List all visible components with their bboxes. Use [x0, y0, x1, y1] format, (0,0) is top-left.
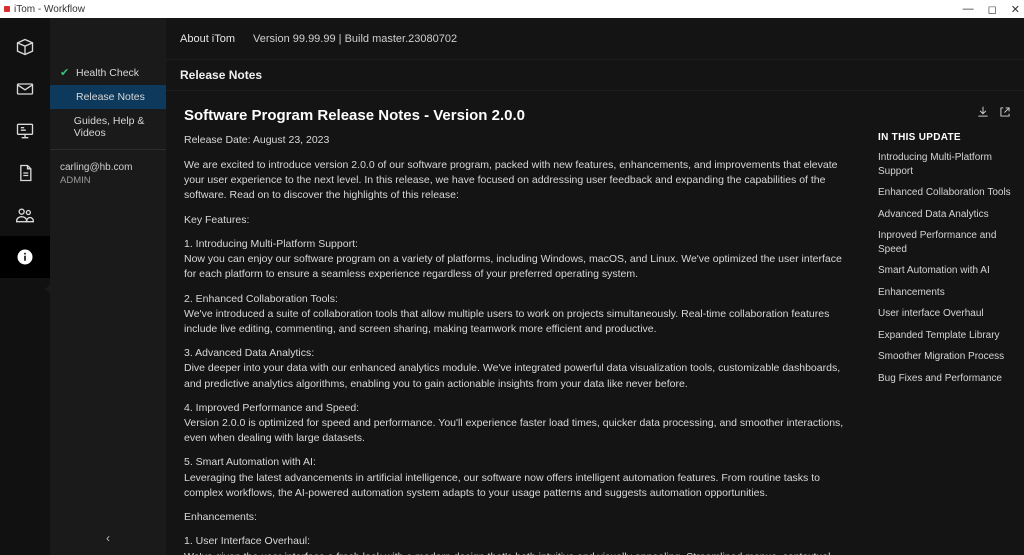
main: About iTom Version 99.99.99 | Build mast… — [166, 18, 1024, 555]
rail-info[interactable] — [0, 236, 50, 278]
toc-link[interactable]: Enhancements — [878, 286, 1012, 300]
rail-users[interactable] — [0, 194, 50, 236]
sidebar-item-health-check[interactable]: ✔ Health Check — [50, 60, 166, 85]
update-heading: IN THIS UPDATE — [878, 132, 1012, 143]
feature-item: 2. Enhanced Collaboration Tools: We've i… — [184, 292, 856, 338]
feature-item: 4. Improved Performance and Speed: Versi… — [184, 401, 856, 447]
app-icon — [4, 6, 10, 12]
version-text: Version 99.99.99 | Build master.23080702 — [253, 33, 457, 45]
window-title: iTom - Workflow — [14, 4, 85, 15]
collapse-sidebar-button[interactable]: ‹ — [106, 531, 110, 545]
rail-monitor[interactable] — [0, 110, 50, 152]
account-email: carling@hb.com — [60, 162, 156, 173]
content-scroll[interactable]: Software Program Release Notes - Version… — [166, 91, 1024, 555]
toc-link[interactable]: Introducing Multi-Platform Support — [878, 151, 1012, 178]
toc-link[interactable]: Inproved Performance and Speed — [878, 229, 1012, 256]
feature-item: 5. Smart Automation with AI: Leveraging … — [184, 455, 856, 501]
article-title: Software Program Release Notes - Version… — [184, 105, 856, 127]
page-title: Release Notes — [166, 60, 1024, 91]
window-controls: — ◻ ✕ — [963, 3, 1020, 16]
sidebar-item-label: Guides, Help & Videos — [74, 115, 156, 139]
toc-link[interactable]: Smart Automation with AI — [878, 264, 1012, 278]
key-features-heading: Key Features: — [184, 213, 856, 228]
rail-mail[interactable] — [0, 68, 50, 110]
toc: Introducing Multi-Platform Support Enhan… — [878, 151, 1012, 385]
account-block[interactable]: carling@hb.com ADMIN — [50, 154, 166, 194]
topbar: About iTom Version 99.99.99 | Build mast… — [166, 18, 1024, 60]
rail-home[interactable] — [0, 26, 50, 68]
sidebar: ✔ Health Check Release Notes Guides, Hel… — [50, 18, 166, 555]
feature-item: 3. Advanced Data Analytics: Dive deeper … — [184, 346, 856, 392]
article: Software Program Release Notes - Version… — [166, 91, 874, 555]
check-icon: ✔ — [60, 66, 70, 79]
window-titlebar: iTom - Workflow — ◻ ✕ — [0, 0, 1024, 18]
sidebar-item-label: Release Notes — [76, 91, 145, 103]
toc-link[interactable]: Bug Fixes and Performance — [878, 372, 1012, 386]
feature-item: 1. Introducing Multi-Platform Support: N… — [184, 237, 856, 283]
account-role: ADMIN — [60, 175, 156, 186]
enhancement-item: 1. User Interface Overhaul: We've given … — [184, 534, 856, 555]
toc-link[interactable]: Enhanced Collaboration Tools — [878, 186, 1012, 200]
download-icon[interactable] — [976, 105, 990, 122]
close-button[interactable]: ✕ — [1011, 3, 1020, 16]
toc-link[interactable]: Expanded Template Library — [878, 329, 1012, 343]
toc-link[interactable]: Smoother Migration Process — [878, 350, 1012, 364]
icon-rail — [0, 18, 50, 555]
enhancements-heading: Enhancements: — [184, 510, 856, 525]
sidebar-item-label: Health Check — [76, 67, 139, 79]
maximize-button[interactable]: ◻ — [988, 3, 997, 16]
divider — [50, 149, 166, 150]
about-link[interactable]: About iTom — [180, 33, 235, 45]
sidebar-item-release-notes[interactable]: Release Notes — [50, 85, 166, 109]
toc-link[interactable]: Advanced Data Analytics — [878, 208, 1012, 222]
toc-link[interactable]: User interface Overhaul — [878, 307, 1012, 321]
update-panel: IN THIS UPDATE Introducing Multi-Platfor… — [874, 91, 1024, 555]
minimize-button[interactable]: — — [963, 3, 974, 16]
release-date: Release Date: August 23, 2023 — [184, 133, 856, 148]
sidebar-item-guides[interactable]: Guides, Help & Videos — [50, 109, 166, 145]
rail-document[interactable] — [0, 152, 50, 194]
open-external-icon[interactable] — [998, 105, 1012, 122]
intro-text: We are excited to introduce version 2.0.… — [184, 158, 856, 204]
